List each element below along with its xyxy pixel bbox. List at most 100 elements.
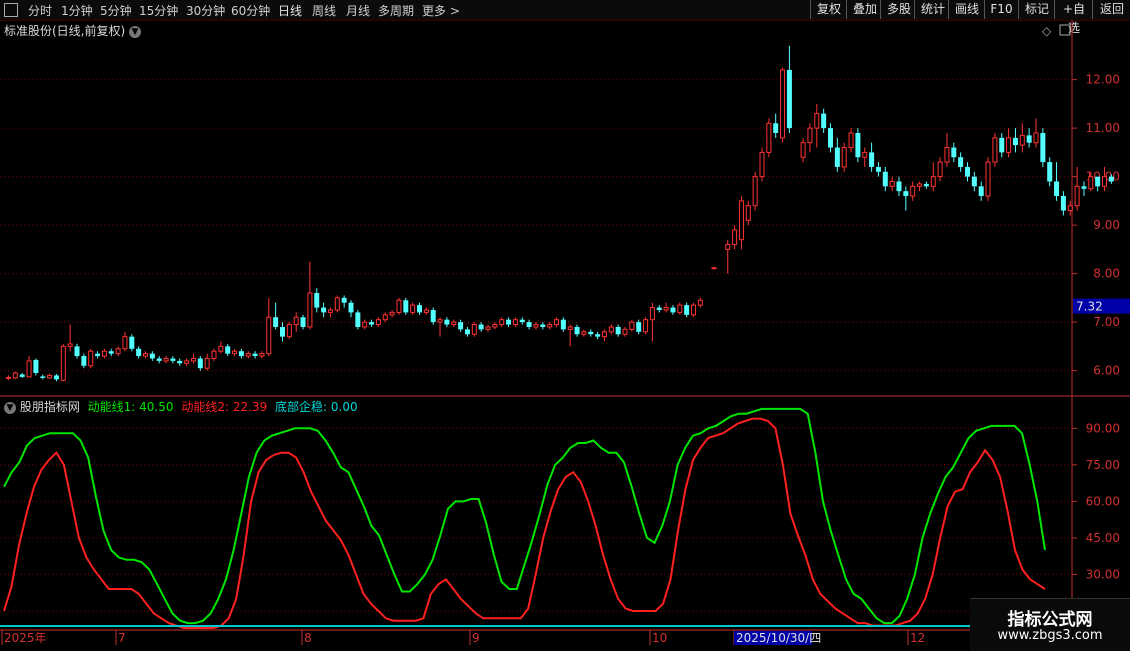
candle-body: [615, 326, 621, 335]
candle-body: [273, 317, 279, 327]
candle-body: [129, 336, 135, 349]
candle-body: [149, 353, 155, 359]
candle-body: [1054, 181, 1060, 197]
indicator-series-line: [3, 407, 1046, 625]
candle-body: [1060, 196, 1066, 211]
candle-body: [417, 305, 422, 313]
candle-body: [423, 309, 429, 313]
candle-body: [101, 350, 107, 357]
candle-body: [362, 321, 368, 328]
candle-body: [649, 307, 655, 321]
candle-body: [821, 113, 827, 129]
candle-body: [327, 309, 333, 313]
price-tick-label: 12.00: [1086, 73, 1120, 87]
candle-body: [375, 319, 381, 326]
candle-body: [875, 166, 881, 172]
candle-body: [156, 358, 162, 361]
candle-body: [410, 304, 416, 313]
candle-body: [314, 293, 320, 308]
candle-body: [691, 304, 696, 316]
candle-body: [930, 176, 936, 187]
candle-body: [560, 319, 566, 330]
date-label: 2025/10/30/四: [736, 631, 821, 645]
candle-body: [355, 312, 361, 327]
candle-body: [663, 307, 669, 311]
candle-body: [334, 297, 340, 311]
candle-body: [526, 322, 532, 327]
candle-body: [540, 324, 546, 327]
candle-body: [759, 151, 765, 178]
indicator-tick-label: 30.00: [1086, 567, 1120, 581]
candle-body: [163, 357, 169, 362]
candle-body: [917, 183, 923, 187]
current-price-label: 7.32: [1076, 300, 1103, 314]
candle-body: [800, 142, 806, 158]
candle-body: [307, 292, 313, 328]
candle-body: [971, 176, 977, 187]
candle-body: [636, 322, 642, 332]
price-tick-label: 11.00: [1086, 121, 1120, 135]
candle-body: [321, 307, 327, 313]
candle-body: [238, 351, 244, 357]
candle-body: [67, 343, 73, 347]
candle-body: [115, 348, 121, 355]
candle-body: [896, 181, 902, 192]
candle-body: [512, 319, 518, 326]
candle-body: [684, 305, 690, 315]
candle-body: [992, 137, 998, 163]
candle-body: [951, 147, 957, 158]
candle-body: [286, 324, 292, 338]
candle-body: [300, 317, 306, 327]
candle-body: [1108, 176, 1114, 182]
indicator-name: 股朋指标网: [19, 400, 80, 414]
candle-body: [752, 176, 758, 207]
candle-body: [766, 122, 772, 153]
candle-body: [170, 358, 176, 361]
candle-body: [910, 185, 916, 197]
chevron-down-icon[interactable]: ▼: [4, 401, 16, 414]
candle-body: [780, 69, 786, 139]
candle-body: [1026, 135, 1032, 143]
candle-body: [136, 348, 142, 357]
date-label: 8: [304, 631, 312, 645]
price-tick-label: 9.00: [1093, 218, 1120, 232]
candle-body: [437, 319, 443, 323]
candle-body: [177, 360, 183, 364]
candle-body: [499, 319, 505, 326]
candle-body: [88, 350, 94, 367]
watermark-url: www.zbgs3.com: [997, 628, 1103, 643]
candle-body: [533, 324, 539, 328]
candle-body: [999, 137, 1005, 153]
candle-body: [786, 69, 792, 129]
candle-body: [725, 244, 731, 250]
candle-body: [143, 353, 148, 357]
candle-body: [1040, 132, 1046, 163]
candle-body: [574, 326, 580, 335]
candle-body: [53, 375, 59, 380]
candle-body: [677, 304, 683, 313]
candle-body: [389, 311, 395, 316]
candle-body: [33, 359, 39, 374]
candle-body: [197, 358, 203, 369]
date-label: 2025年: [4, 631, 47, 645]
candle-body: [478, 324, 484, 330]
candle-body: [670, 307, 676, 313]
candle-body: [697, 299, 703, 306]
candle-body: [12, 372, 18, 379]
date-label: 9: [472, 631, 480, 645]
line1-label: 动能线1: 40.50: [87, 400, 174, 414]
date-label: 7: [118, 631, 126, 645]
candle-body: [464, 329, 470, 335]
candle-body: [108, 351, 114, 354]
candle-body: [547, 324, 553, 328]
candle-body: [848, 132, 854, 149]
candle-body: [862, 151, 868, 158]
candle-body: [95, 353, 101, 357]
date-label: 10: [652, 631, 667, 645]
candle-body: [218, 345, 224, 352]
candle-body: [828, 128, 833, 148]
candle-body: [1047, 162, 1053, 182]
candle-body: [280, 326, 285, 337]
chart-area: 6.007.008.009.0010.0011.0012.007.32◇15.0…: [0, 20, 1130, 645]
candle-body: [643, 319, 649, 333]
